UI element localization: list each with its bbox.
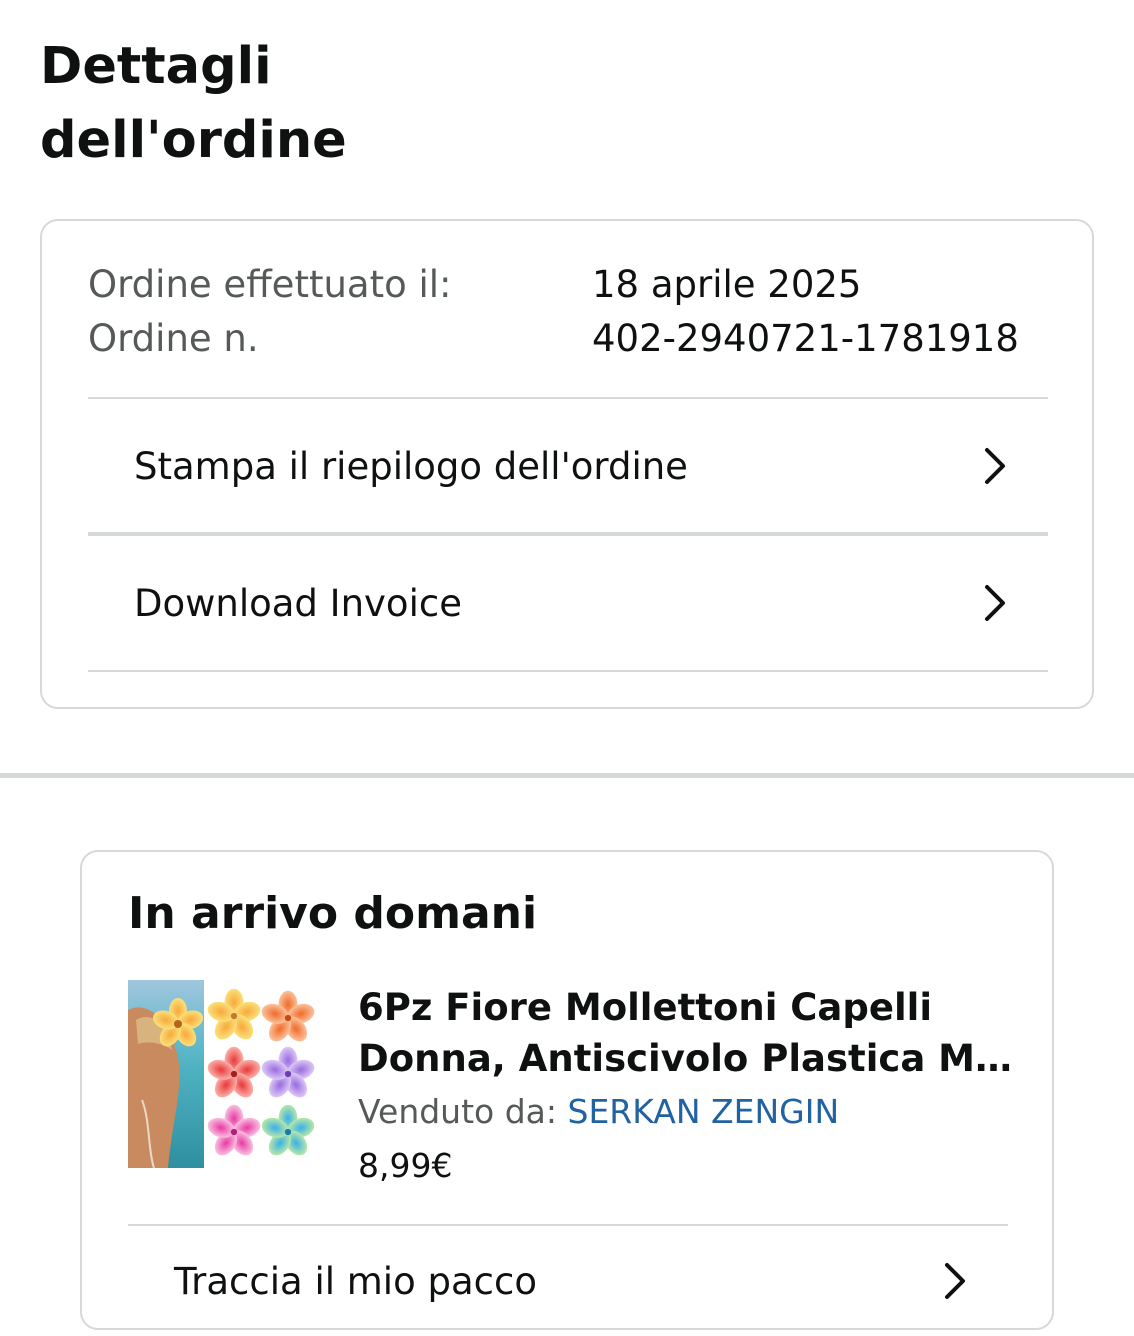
seller-label: Venduto da:	[358, 1092, 557, 1131]
page-title-line2: dell'ordine	[40, 111, 347, 170]
order-date-row: Ordine effettuato il: 18 aprile 2025	[88, 257, 1038, 311]
order-date-value: 18 aprile 2025	[592, 262, 862, 306]
order-number-value: 402-2940721-1781918	[592, 316, 1019, 360]
order-info: Ordine effettuato il: 18 aprile 2025 Ord…	[88, 257, 1038, 365]
seller-info: Venduto da: SERKAN ZENGIN	[358, 1092, 839, 1131]
order-number-row: Ordine n. 402-2940721-1781918	[88, 311, 1038, 365]
delivery-status: In arrivo domani	[128, 888, 538, 939]
order-summary-card: Ordine effettuato il: 18 aprile 2025 Ord…	[40, 219, 1094, 709]
divider	[88, 670, 1048, 672]
product-title-link[interactable]: 6Pz Fiore Mollettoni Capelli Donna, Anti…	[358, 982, 1018, 1084]
product-price: 8,99€	[358, 1146, 453, 1185]
download-invoice-link[interactable]: Download Invoice	[88, 536, 1048, 670]
product-thumbnail[interactable]	[128, 980, 318, 1170]
page-title: Dettagli dell'ordine	[40, 30, 460, 178]
seller-name-link[interactable]: SERKAN ZENGIN	[568, 1092, 840, 1131]
order-date-label: Ordine effettuato il:	[88, 262, 452, 306]
download-invoice-label: Download Invoice	[134, 581, 462, 625]
shipment-card: In arrivo domani 6Pz Fiore Mollettoni Ca…	[80, 850, 1054, 1330]
track-package-label: Traccia il mio pacco	[174, 1259, 537, 1303]
product-title-line2: Donna, Antiscivolo Plastica Moll...	[358, 1037, 1018, 1080]
section-separator	[0, 773, 1134, 778]
page-title-line1: Dettagli	[40, 37, 272, 96]
chevron-right-icon	[945, 1263, 965, 1299]
product-title-line1: 6Pz Fiore Mollettoni Capelli	[358, 986, 933, 1029]
print-order-summary-link[interactable]: Stampa il riepilogo dell'ordine	[88, 399, 1048, 533]
order-number-label: Ordine n.	[88, 316, 259, 360]
track-package-link[interactable]: Traccia il mio pacco	[128, 1226, 1008, 1336]
chevron-right-icon	[985, 585, 1005, 621]
chevron-right-icon	[985, 448, 1005, 484]
print-order-summary-label: Stampa il riepilogo dell'ordine	[134, 444, 688, 488]
